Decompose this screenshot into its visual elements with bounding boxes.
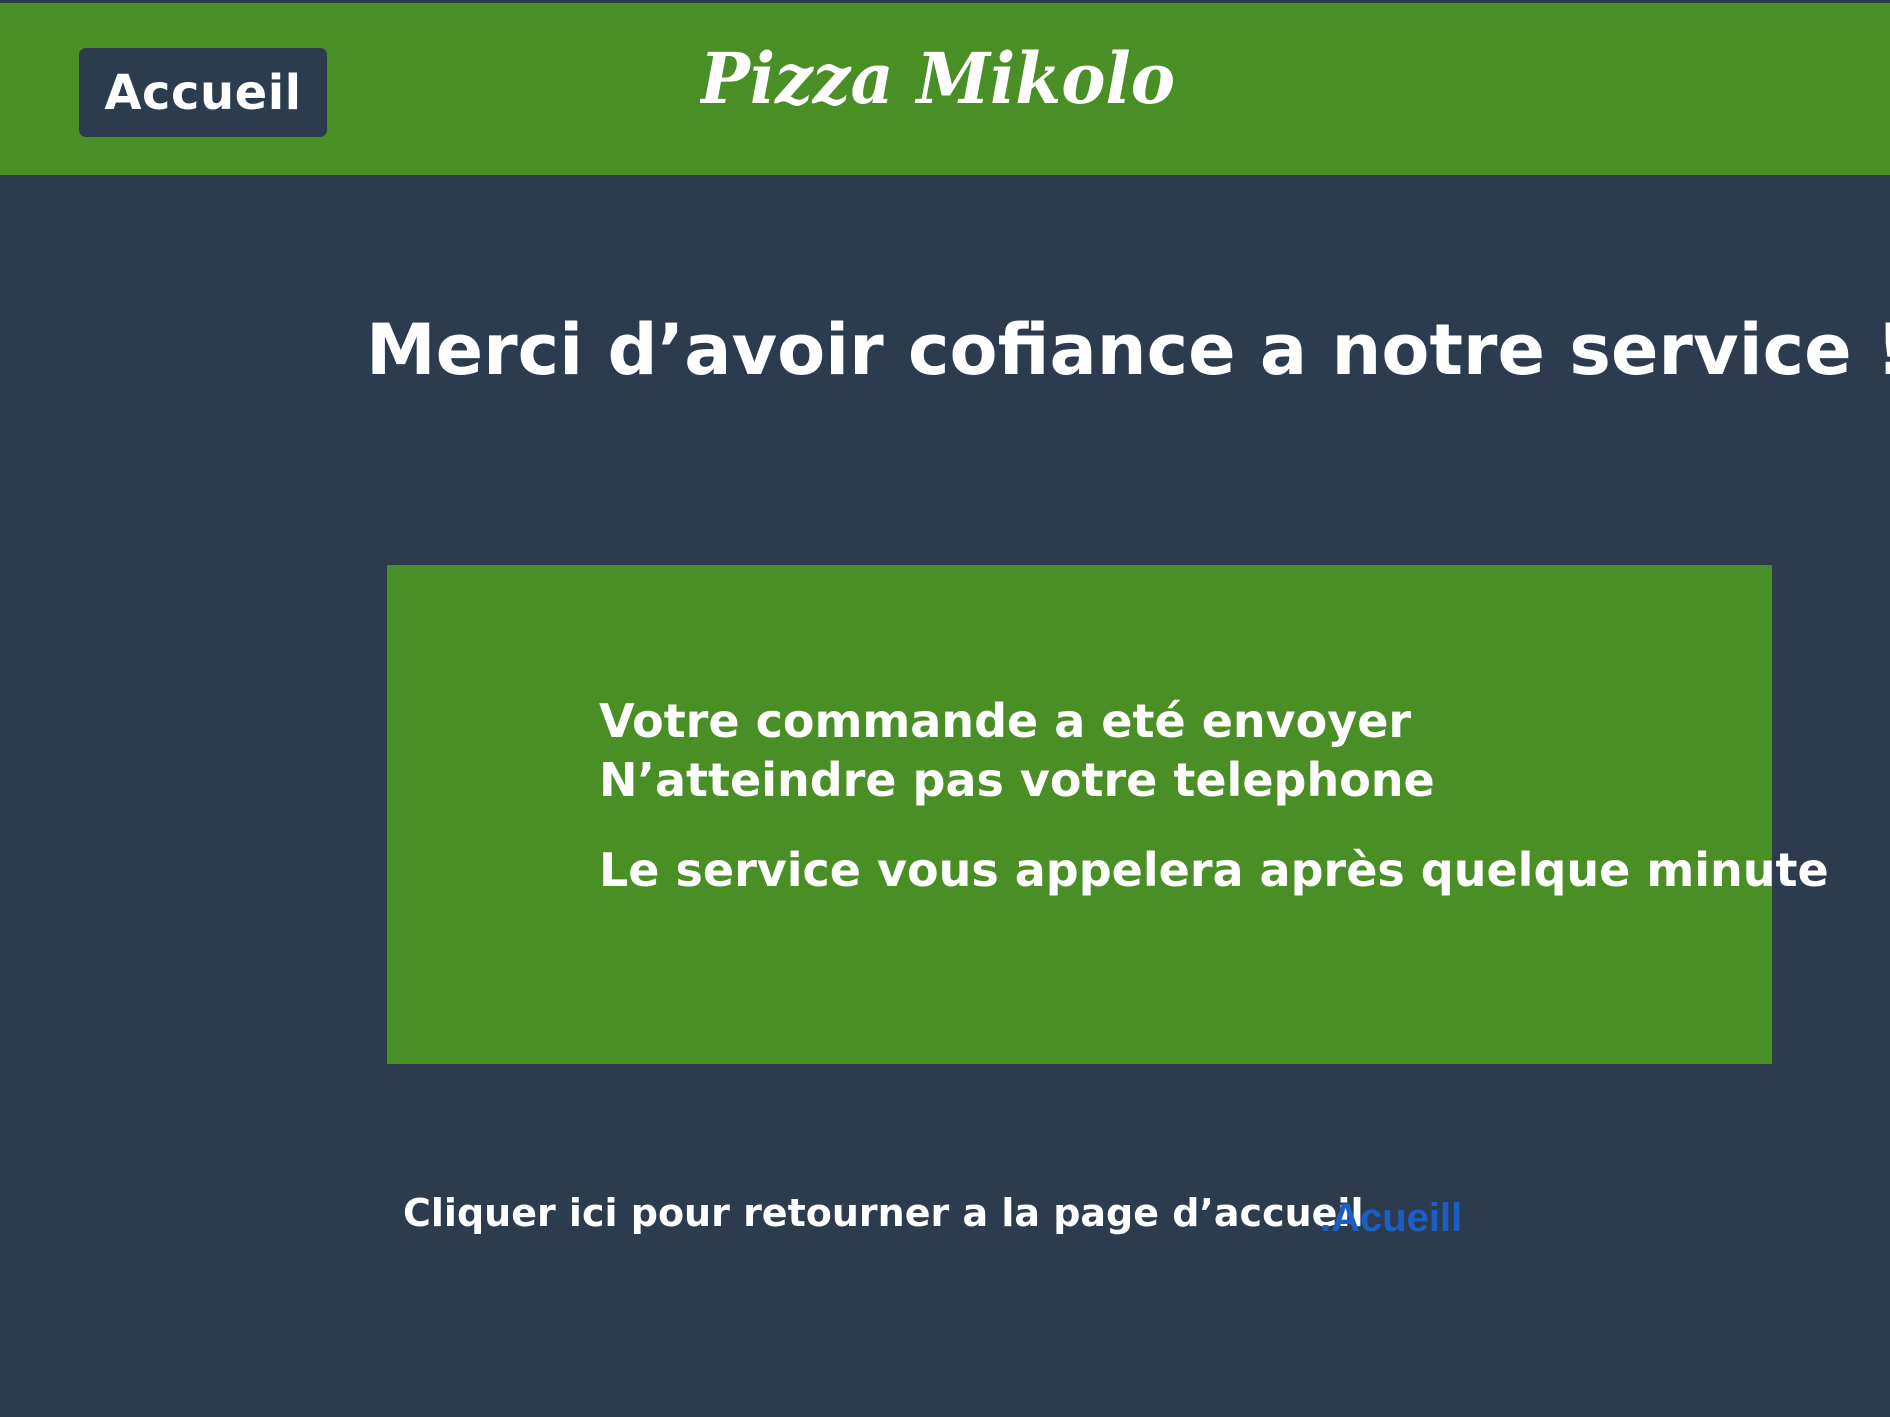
- top-header: Accueil Pizza Mikolo: [0, 0, 1890, 175]
- message-line-callback: Le service vous appelera après quelque m…: [599, 843, 1829, 897]
- brand-logo: Pizza Mikolo: [700, 25, 1180, 125]
- brand-name: Pizza Mikolo: [700, 37, 1175, 120]
- return-home-link[interactable]: .Acueill: [1320, 1193, 1462, 1243]
- home-button[interactable]: Accueil: [79, 48, 327, 137]
- brand-logo-graphic: Pizza Mikolo: [700, 37, 1175, 120]
- message-line-wait-phone: N’atteindre pas votre telephone: [599, 753, 1435, 807]
- message-line-order-sent: Votre commande a eté envoyer: [599, 694, 1412, 748]
- page-title: Merci d’avoir cofiance a notre service !: [366, 309, 1890, 391]
- return-home-text: Cliquer ici pour retourner a la page d’a…: [403, 1191, 1364, 1235]
- confirmation-message-box: Votre commande a eté envoyer N’atteindre…: [387, 565, 1829, 1064]
